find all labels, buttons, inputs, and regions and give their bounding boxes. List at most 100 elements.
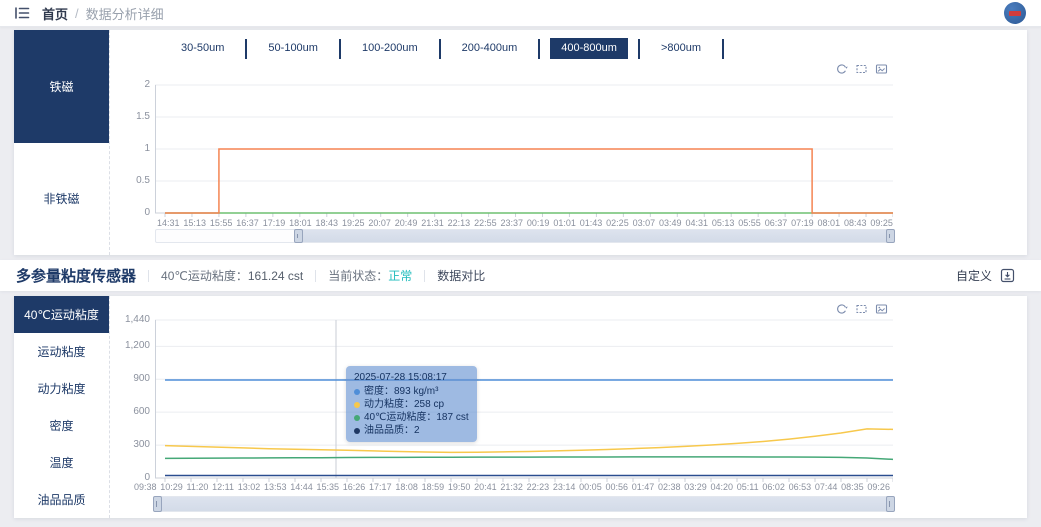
tooltip-timestamp: 2025-07-28 15:08:17: [354, 372, 447, 383]
size-tab[interactable]: 50-100um: [257, 38, 329, 59]
x-tick-label: 16:37: [236, 218, 259, 228]
x-tick-label: 15:13: [183, 218, 206, 228]
breadcrumb-home[interactable]: 首页: [42, 4, 68, 23]
x-tick-label: 19:25: [341, 218, 365, 228]
x-tick-label: 05:11: [736, 482, 759, 492]
x-tick-label: 07:19: [791, 218, 814, 228]
particle-type-tab[interactable]: 非铁磁: [14, 142, 109, 255]
y-tick-label: 1,200: [124, 340, 150, 352]
x-tick-label: 02:25: [606, 218, 629, 228]
x-tick-label: 04:31: [685, 218, 708, 228]
size-tab[interactable]: 30-50um: [170, 38, 235, 59]
x-tick-label: 03:29: [684, 482, 707, 492]
zoom-handle-left[interactable]: [294, 229, 303, 243]
restore-icon[interactable]: [835, 63, 848, 75]
x-tick-label: 00:19: [526, 218, 550, 228]
x-tick-label: 05:13: [711, 218, 735, 228]
x-tick-label: 18:59: [421, 482, 445, 492]
y-tick-label: 1: [144, 143, 150, 154]
sensor-metric-tab[interactable]: 40℃运动粘度: [14, 296, 109, 333]
x-tick-label: 06:02: [762, 482, 785, 492]
chart1-canvas[interactable]: [155, 81, 893, 219]
status-badge: 正常: [388, 269, 413, 283]
sensor-metric-tab[interactable]: 油品品质: [14, 481, 109, 518]
tooltip-row-text: 40℃运动粘度：187 cst: [364, 412, 469, 423]
series-dot-icon: [354, 401, 360, 408]
avatar-logo: [1009, 10, 1021, 16]
chart1-zoom-slider[interactable]: [155, 229, 895, 243]
sensor-metric-tab[interactable]: 密度: [14, 407, 109, 444]
x-tick-label: 13:02: [237, 482, 261, 492]
zoom-handle-left[interactable]: [153, 496, 162, 512]
sensor-metric-tab[interactable]: 温度: [14, 444, 109, 481]
restore-icon[interactable]: [835, 303, 848, 315]
size-tab[interactable]: 100-200um: [351, 38, 429, 59]
size-tab-separator: [245, 38, 248, 59]
x-tick-label: 20:07: [368, 218, 391, 228]
x-tick-label: 19:50: [447, 482, 471, 492]
x-tick-label: 16:26: [342, 482, 366, 492]
chart-tooltip: 2025-07-28 15:08:17 密度：893 kg/m³ 动力粘度：258…: [346, 366, 477, 442]
box-select-icon[interactable]: [855, 303, 868, 315]
data-compare-link[interactable]: 数据对比: [437, 267, 485, 284]
particle-type-tabs: 铁磁 非铁磁: [14, 30, 110, 255]
x-tick-label: 09:26: [867, 482, 890, 492]
y-tick-label: 1.5: [136, 111, 150, 122]
y-tick-label: 0: [144, 207, 150, 218]
x-tick-label: 21:31: [421, 218, 444, 228]
zoom-window[interactable]: [156, 497, 892, 511]
size-tab-separator: [538, 38, 541, 59]
x-tick-label: 08:35: [841, 482, 864, 492]
topbar: 首页 / 数据分析详细: [0, 0, 1041, 27]
chart2-canvas[interactable]: [155, 316, 893, 482]
zoom-window[interactable]: [298, 230, 892, 242]
chart2-zoom-slider[interactable]: [153, 496, 895, 512]
x-tick-label: 13:53: [263, 482, 287, 492]
tooltip-row-text: 密度：893 kg/m³: [364, 386, 439, 397]
x-tick-label: 06:53: [788, 482, 812, 492]
x-tick-label: 06:37: [764, 218, 788, 228]
menu-fold-icon[interactable]: [14, 6, 30, 20]
zoom-handle-right[interactable]: [886, 496, 895, 512]
box-select-icon[interactable]: [855, 63, 868, 75]
y-tick-label: 1,440: [124, 314, 150, 325]
y-tick-label: 600: [133, 406, 150, 418]
size-tab[interactable]: >800um: [650, 38, 712, 59]
x-tick-label: 22:55: [474, 218, 497, 228]
x-tick-label: 05:55: [738, 218, 761, 228]
viscosity-panel: 40℃运动粘度 运动粘度 动力粘度 密度 温度 油品品质 0 300 600 900 1,200 1…: [14, 296, 1027, 518]
zoom-handle-right[interactable]: [886, 229, 895, 243]
header-divider: [315, 269, 317, 282]
x-tick-label: 01:47: [631, 482, 655, 492]
x-tick-label: 18:08: [395, 482, 418, 492]
section-title: 多参量粘度传感器: [16, 268, 137, 285]
tooltip-row: 动力粘度：258 cp: [354, 398, 469, 411]
save-image-icon[interactable]: [875, 303, 888, 315]
sensor-metric-tab[interactable]: 动力粘度: [14, 370, 109, 407]
size-tab[interactable]: 200-400um: [451, 38, 529, 59]
x-tick-label: 11:20: [186, 482, 209, 492]
x-tick-label: 07:44: [814, 482, 838, 492]
x-tick-label: 15:55: [209, 218, 233, 228]
size-tab[interactable]: 400-800um: [550, 38, 628, 59]
x-tick-label: 18:43: [315, 218, 339, 228]
x-tick-label: 12:11: [212, 482, 234, 492]
breadcrumb-current: 数据分析详细: [85, 6, 164, 22]
save-image-icon[interactable]: [875, 63, 888, 75]
x-tick-label: 23:14: [552, 482, 576, 492]
customize-button[interactable]: 自定义: [956, 267, 992, 284]
header-divider: [424, 269, 426, 282]
x-tick-label: 22:23: [526, 482, 550, 492]
size-tab-separator: [438, 38, 441, 59]
sensor-metric-tab[interactable]: 运动粘度: [14, 333, 109, 370]
export-box-icon[interactable]: [1000, 268, 1015, 283]
x-tick-label: 00:05: [579, 482, 602, 492]
user-avatar[interactable]: [1004, 2, 1026, 24]
x-tick-label: 04:20: [710, 482, 734, 492]
particle-type-tab[interactable]: 铁磁: [14, 30, 109, 143]
x-tick-label: 22:13: [447, 218, 471, 228]
series-dot-icon: [354, 427, 360, 434]
x-tick-label: 08:43: [843, 218, 867, 228]
x-tick-label: 02:38: [657, 482, 681, 492]
x-tick-label: 20:41: [474, 482, 497, 492]
